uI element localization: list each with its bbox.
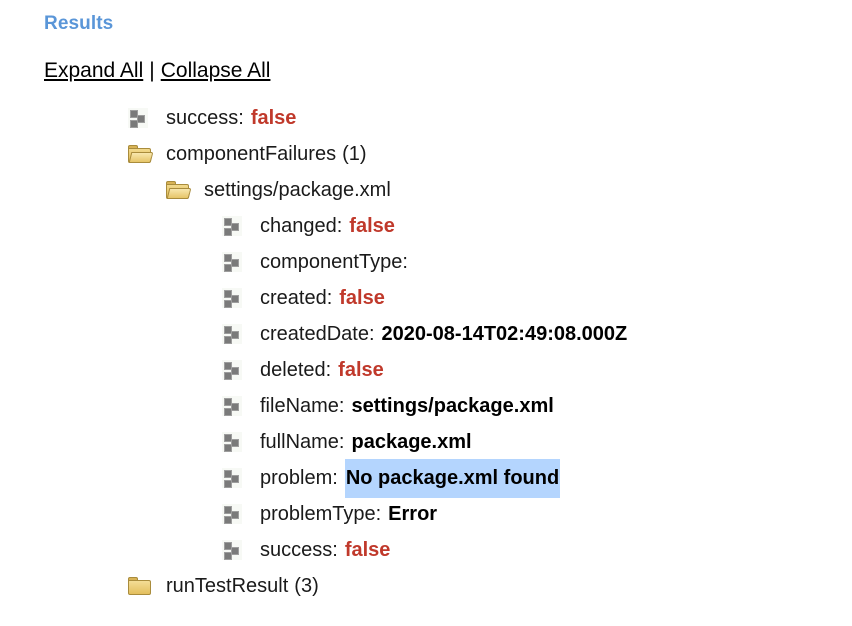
page-title: Results <box>44 12 852 36</box>
tree-node-value-selected: No package.xml found <box>345 459 560 498</box>
folder-open-icon[interactable] <box>128 143 158 165</box>
tree-node-label: runTestResult <box>166 568 288 604</box>
leaf-icon <box>222 287 252 309</box>
folder-open-icon[interactable] <box>166 181 190 200</box>
tree-node[interactable]: success:false <box>44 100 852 136</box>
tree-node-value: package.xml <box>351 424 471 460</box>
tree-node-count: (1) <box>342 136 366 172</box>
leaf-icon <box>222 216 242 236</box>
tree-node[interactable]: problemType:Error <box>44 496 852 532</box>
leaf-icon <box>222 468 242 488</box>
toolbar-separator: | <box>143 58 160 84</box>
tree-node[interactable]: createdDate:2020-08-14T02:49:08.000Z <box>44 316 852 352</box>
tree-node-label: problem: <box>260 460 338 496</box>
expand-all-link[interactable]: Expand All <box>44 59 143 82</box>
tree-node-value: false <box>345 532 391 568</box>
tree-node-label: changed: <box>260 208 342 244</box>
tree-node-label: settings/package.xml <box>204 172 391 208</box>
tree-node-value: false <box>339 280 385 316</box>
leaf-icon <box>222 396 242 416</box>
leaf-icon <box>128 107 158 129</box>
tree-node-label: createdDate: <box>260 316 375 352</box>
leaf-icon <box>222 504 242 524</box>
tree-node-label: created: <box>260 280 332 316</box>
folder-open-icon[interactable] <box>128 145 152 164</box>
tree-node[interactable]: success:false <box>44 532 852 568</box>
leaf-icon <box>222 288 242 308</box>
collapse-all-link[interactable]: Collapse All <box>161 59 271 82</box>
tree-node[interactable]: deleted:false <box>44 352 852 388</box>
tree-node[interactable]: created:false <box>44 280 852 316</box>
tree-node-value: false <box>251 100 297 136</box>
leaf-icon <box>222 432 242 452</box>
leaf-icon <box>222 323 252 345</box>
leaf-icon <box>128 108 148 128</box>
tree-node[interactable]: runTestResult(3) <box>44 568 852 604</box>
tree-node[interactable]: componentType: <box>44 244 852 280</box>
tree-node-label: componentFailures <box>166 136 336 172</box>
leaf-icon <box>222 395 252 417</box>
leaf-icon <box>222 359 252 381</box>
tree-node-label: fullName: <box>260 424 344 460</box>
tree-node-value: 2020-08-14T02:49:08.000Z <box>382 316 628 352</box>
expand-collapse-toolbar: Expand All|Collapse All <box>44 58 852 84</box>
tree-node-value: settings/package.xml <box>351 388 553 424</box>
tree-node[interactable]: problem:No package.xml found <box>44 460 852 496</box>
leaf-icon <box>222 540 242 560</box>
folder-closed-icon[interactable] <box>128 575 158 597</box>
leaf-icon <box>222 539 252 561</box>
folder-closed-icon[interactable] <box>128 577 152 596</box>
tree-node-value: false <box>338 352 384 388</box>
leaf-icon <box>222 252 242 272</box>
tree-node-label: fileName: <box>260 388 344 424</box>
tree-node-label: problemType: <box>260 496 381 532</box>
tree-node-value: Error <box>388 496 437 532</box>
tree-node-label: success: <box>166 100 244 136</box>
leaf-icon <box>222 251 252 273</box>
folder-open-icon[interactable] <box>166 179 196 201</box>
tree-node[interactable]: fullName:package.xml <box>44 424 852 460</box>
tree-node-label: componentType: <box>260 244 408 280</box>
leaf-icon <box>222 467 252 489</box>
tree-node-label: deleted: <box>260 352 331 388</box>
results-page: Results Expand All|Collapse All success:… <box>0 0 852 604</box>
tree-node[interactable]: settings/package.xml <box>44 172 852 208</box>
results-tree: success:falsecomponentFailures(1)setting… <box>44 100 852 604</box>
leaf-icon <box>222 324 242 344</box>
leaf-icon <box>222 215 252 237</box>
tree-node-value: false <box>349 208 395 244</box>
tree-node[interactable]: fileName:settings/package.xml <box>44 388 852 424</box>
tree-node-label: success: <box>260 532 338 568</box>
leaf-icon <box>222 431 252 453</box>
leaf-icon <box>222 360 242 380</box>
leaf-icon <box>222 503 252 525</box>
tree-node[interactable]: changed:false <box>44 208 852 244</box>
tree-node-count: (3) <box>294 568 318 604</box>
tree-node[interactable]: componentFailures(1) <box>44 136 852 172</box>
